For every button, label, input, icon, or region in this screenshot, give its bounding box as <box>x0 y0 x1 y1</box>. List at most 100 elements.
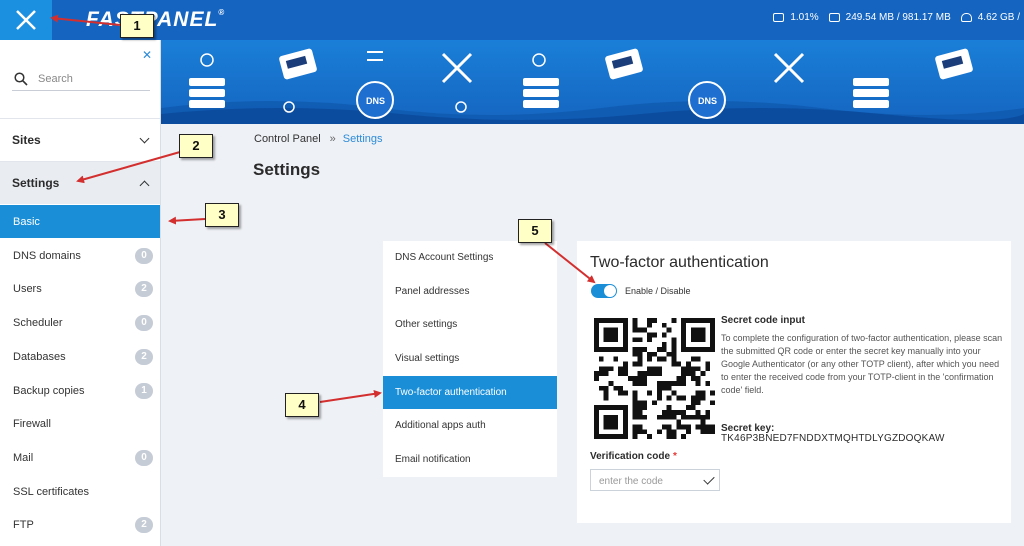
qr-module <box>671 347 677 352</box>
cpu-icon <box>773 13 785 22</box>
verification-code-label: Verification code * <box>590 451 677 462</box>
qr-module <box>705 409 711 415</box>
submenu-additional-apps-auth[interactable]: Additional apps auth <box>383 409 557 442</box>
qr-module <box>681 371 686 377</box>
qr-module <box>623 342 628 348</box>
breadcrumb-current[interactable]: Settings <box>343 133 383 145</box>
sidebar-item-dns-domains[interactable]: DNS domains 0 <box>0 239 160 272</box>
close-menu-button[interactable] <box>0 0 52 40</box>
qr-module <box>700 395 706 401</box>
panel-title: Two-factor authentication <box>590 254 769 271</box>
sidebar-item-scheduler[interactable]: Scheduler 0 <box>0 306 160 339</box>
close-icon <box>16 10 36 30</box>
qr-module <box>661 332 667 338</box>
qr-module <box>656 395 662 401</box>
qr-module <box>681 395 686 401</box>
search-input[interactable] <box>36 68 150 90</box>
submenu-two-factor-authentication[interactable]: Two-factor authentication <box>383 376 557 409</box>
sidebar-item-mail[interactable]: Mail 0 <box>0 441 160 474</box>
qr-module <box>695 409 701 415</box>
qr-module <box>695 327 701 333</box>
count-badge: 1 <box>135 382 153 399</box>
breadcrumb-root-link[interactable]: Control Panel <box>254 133 321 145</box>
pin-sidebar-icon[interactable]: ✕ <box>142 48 152 62</box>
qr-module <box>632 361 638 367</box>
verification-code-input[interactable] <box>597 472 701 490</box>
qr-module <box>618 390 624 396</box>
enable-2fa-toggle[interactable] <box>591 284 617 298</box>
qr-module <box>690 332 696 338</box>
qr-module <box>647 337 653 343</box>
qr-module <box>642 400 648 406</box>
count-badge: 0 <box>135 247 153 264</box>
qr-module <box>594 429 599 435</box>
sidebar-item-backup-copies[interactable]: Backup copies 1 <box>0 374 160 407</box>
qr-module <box>608 405 614 410</box>
qr-module <box>676 409 682 415</box>
qr-module <box>603 385 609 391</box>
qr-module <box>637 327 643 333</box>
count-badge: 0 <box>135 314 153 331</box>
qr-module <box>594 347 599 352</box>
submenu-other-settings[interactable]: Other settings <box>383 308 557 341</box>
qr-module <box>652 371 657 377</box>
sidebar-item-ftp[interactable]: FTP 2 <box>0 508 160 541</box>
submenu-panel-addresses[interactable]: Panel addresses <box>383 275 557 308</box>
qr-module <box>594 419 599 425</box>
fastpanel-logo[interactable]: FASTPANEL® <box>86 8 225 32</box>
qr-module <box>695 347 701 352</box>
qr-module <box>671 356 677 362</box>
qr-module <box>618 385 624 391</box>
qr-module <box>594 424 599 430</box>
qr-module <box>681 347 686 352</box>
qr-module <box>637 376 643 381</box>
sidebar-item-databases[interactable]: Databases 2 <box>0 340 160 373</box>
qr-module <box>666 351 672 357</box>
cpu-usage: 1.01% <box>790 12 819 23</box>
sidebar-item-firewall[interactable]: Firewall <box>0 407 160 440</box>
check-circle-icon-2 <box>532 53 546 67</box>
qr-module <box>632 318 638 323</box>
qr-module <box>656 414 662 420</box>
qr-module <box>710 322 715 328</box>
submenu-email-notification[interactable]: Email notification <box>383 443 557 476</box>
sidebar-item-ssl-certificates[interactable]: SSL certificates <box>0 475 160 508</box>
qr-module <box>652 351 657 357</box>
sidebar-item-users[interactable]: Users 2 <box>0 272 160 305</box>
sidebar-section-settings[interactable]: Settings <box>0 162 160 204</box>
qr-module <box>685 371 691 377</box>
qr-module <box>671 351 677 357</box>
sidebar-item-label: Scheduler <box>13 316 63 329</box>
sidebar-item-basic[interactable]: Basic <box>0 205 160 238</box>
qr-module <box>647 356 653 362</box>
qr-module <box>695 318 701 323</box>
qr-module <box>637 400 643 406</box>
callout-5: 5 <box>518 219 552 243</box>
submenu-visual-settings[interactable]: Visual settings <box>383 342 557 375</box>
section-label-sites: Sites <box>12 133 41 147</box>
qr-module <box>671 414 677 420</box>
qr-module <box>632 322 638 328</box>
qr-module <box>690 318 696 323</box>
sidebar-section-sites[interactable]: Sites <box>0 119 160 161</box>
breadcrumb-separator: » <box>329 133 336 145</box>
sidebar-item-label: Basic <box>13 215 40 228</box>
qr-module <box>637 429 643 435</box>
qr-module <box>666 434 672 439</box>
qr-module <box>656 380 662 386</box>
qr-module <box>632 337 638 343</box>
count-badge: 0 <box>135 449 153 466</box>
qr-module <box>666 405 672 410</box>
dns-icon-2: DNS <box>698 96 717 106</box>
qr-module <box>594 371 599 377</box>
decorative-banner: DNS DNS <box>161 40 1024 124</box>
qr-module <box>623 390 628 396</box>
qr-module <box>618 318 624 323</box>
qr-module <box>671 337 677 343</box>
qr-module <box>637 361 643 367</box>
qr-module <box>623 409 628 415</box>
submenu-dns-account-settings[interactable]: DNS Account Settings <box>383 241 557 274</box>
confirm-check-icon[interactable] <box>703 473 715 485</box>
qr-module <box>671 429 677 435</box>
qr-module <box>681 342 686 348</box>
